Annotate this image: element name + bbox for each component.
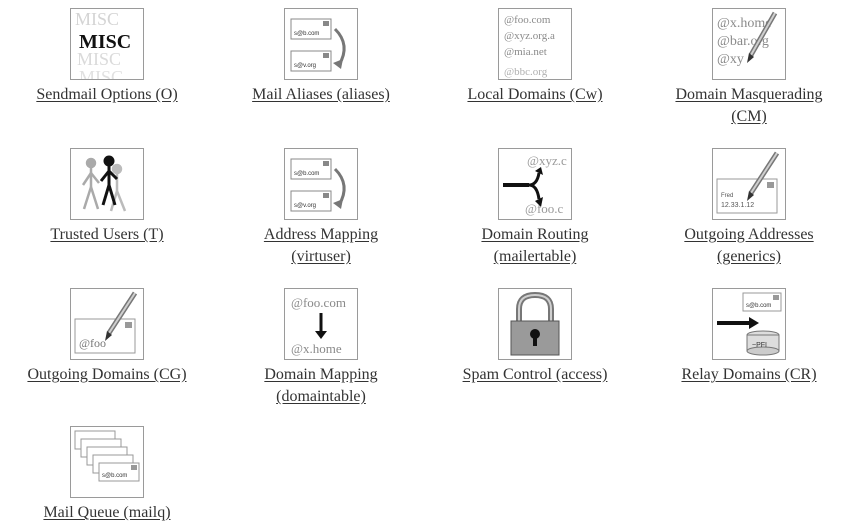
relay-domains-label: Relay Domains (CR) bbox=[681, 366, 817, 383]
svg-text:@xyz.org.a: @xyz.org.a bbox=[504, 30, 555, 42]
svg-text:@foo: @foo bbox=[79, 336, 106, 350]
svg-text:12.33.1.12: 12.33.1.12 bbox=[721, 202, 754, 209]
svg-text:@x.home: @x.home bbox=[291, 341, 342, 356]
spam-control-link[interactable]: Spam Control (access) bbox=[428, 288, 642, 386]
outgoing-addresses-link[interactable]: Fred 12.33.1.12 Outgoing Addresses (gene… bbox=[642, 148, 856, 268]
mail-aliases-label: Mail Aliases (aliases) bbox=[252, 86, 390, 103]
domain-mapping-link[interactable]: @foo.com @x.home Domain Mapping (domaint… bbox=[214, 288, 428, 408]
trusted-users-link[interactable]: Trusted Users (T) bbox=[0, 148, 214, 246]
mail-queue-label: Mail Queue (mailq) bbox=[43, 504, 171, 521]
mail-aliases-icon: s@b.com s@v.org bbox=[284, 8, 358, 80]
domain-masquerading-label: Domain Masquerading (CM) bbox=[675, 86, 823, 125]
svg-text:s@b.com: s@b.com bbox=[102, 473, 127, 479]
address-mapping-label: Address Mapping (virtuser) bbox=[263, 226, 379, 265]
svg-text:s@v.org: s@v.org bbox=[294, 203, 316, 209]
sendmail-options-link[interactable]: MISC MISC MISC MISC Sendmail Options (O) bbox=[0, 8, 214, 106]
local-domains-label: Local Domains (Cw) bbox=[467, 86, 603, 103]
local-domains-link[interactable]: @foo.com @xyz.org.a @mia.net @bbc.org Lo… bbox=[428, 8, 642, 106]
misc-icon: MISC MISC MISC MISC bbox=[70, 8, 144, 80]
svg-text:s@b.com: s@b.com bbox=[746, 303, 771, 309]
svg-text:s@v.org: s@v.org bbox=[294, 63, 316, 69]
domain-mapping-label: Domain Mapping (domaintable) bbox=[264, 366, 378, 405]
relay-domains-icon: s@b.com ~PFI bbox=[712, 288, 786, 360]
domain-masquerading-link[interactable]: @x.home @bar.org @xy Domain Masquerading… bbox=[642, 8, 856, 128]
relay-domains-link[interactable]: s@b.com ~PFI Relay Domains (CR) bbox=[642, 288, 856, 386]
sendmail-options-label: Sendmail Options (O) bbox=[36, 86, 178, 103]
svg-text:~PFI: ~PFI bbox=[752, 342, 767, 349]
outgoing-domains-link[interactable]: @foo Outgoing Domains (CG) bbox=[0, 288, 214, 386]
svg-text:s@b.com: s@b.com bbox=[294, 31, 319, 37]
address-mapping-link[interactable]: s@b.com s@v.org Address Mapping (virtuse… bbox=[214, 148, 428, 268]
mail-queue-icon: s@b.com bbox=[70, 426, 144, 498]
svg-text:@foo.com: @foo.com bbox=[504, 14, 551, 26]
outgoing-addresses-icon: Fred 12.33.1.12 bbox=[712, 148, 786, 220]
outgoing-domains-label: Outgoing Domains (CG) bbox=[27, 366, 187, 383]
svg-text:@bbc.org: @bbc.org bbox=[504, 66, 548, 78]
svg-text:@mia.net: @mia.net bbox=[504, 46, 547, 58]
mail-aliases-link[interactable]: s@b.com s@v.org Mail Aliases (aliases) bbox=[214, 8, 428, 106]
svg-text:s@b.com: s@b.com bbox=[294, 171, 319, 177]
trusted-users-icon bbox=[70, 148, 144, 220]
svg-text:@xy: @xy bbox=[717, 52, 744, 67]
module-icon-grid: MISC MISC MISC MISC Sendmail Options (O)… bbox=[0, 0, 856, 523]
domain-masquerading-icon: @x.home @bar.org @xy bbox=[712, 8, 786, 80]
mail-queue-link[interactable]: s@b.com Mail Queue (mailq) bbox=[0, 426, 214, 524]
svg-text:@foo.com: @foo.com bbox=[291, 295, 346, 310]
svg-text:Fred: Fred bbox=[721, 193, 733, 199]
domain-mapping-icon: @foo.com @x.home bbox=[284, 288, 358, 360]
svg-text:@foo.c: @foo.c bbox=[525, 201, 564, 216]
domain-routing-label: Domain Routing (mailertable) bbox=[481, 226, 589, 265]
outgoing-domains-icon: @foo bbox=[70, 288, 144, 360]
domain-routing-link[interactable]: @xyz.c @foo.c Domain Routing (mailertabl… bbox=[428, 148, 642, 268]
outgoing-addresses-label: Outgoing Addresses (generics) bbox=[684, 226, 814, 265]
spam-control-label: Spam Control (access) bbox=[462, 366, 608, 383]
address-mapping-icon: s@b.com s@v.org bbox=[284, 148, 358, 220]
svg-text:MISC: MISC bbox=[75, 9, 119, 29]
misc-text: MISC bbox=[79, 31, 131, 53]
svg-text:MISC: MISC bbox=[79, 67, 123, 79]
local-domains-icon: @foo.com @xyz.org.a @mia.net @bbc.org bbox=[498, 8, 572, 80]
padlock-icon bbox=[498, 288, 572, 360]
domain-routing-icon: @xyz.c @foo.c bbox=[498, 148, 572, 220]
svg-text:@xyz.c: @xyz.c bbox=[527, 153, 567, 168]
trusted-users-label: Trusted Users (T) bbox=[50, 226, 164, 243]
